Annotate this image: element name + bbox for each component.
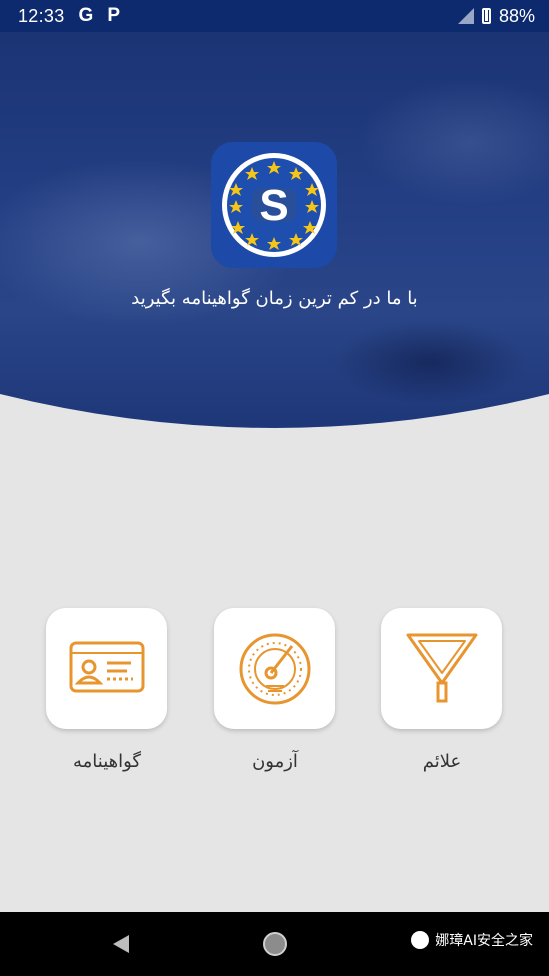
signs-card-button[interactable] <box>381 608 502 729</box>
signs-label: علائم <box>422 751 462 772</box>
eu-stars-logo-icon: S <box>222 153 326 257</box>
wechat-icon <box>411 931 430 949</box>
license-label: گواهینامه <box>72 751 141 772</box>
battery-percent: 88% <box>498 5 535 26</box>
status-right: 88% <box>457 5 535 27</box>
back-icon[interactable] <box>111 934 131 954</box>
main-menu: گواهینامه آزمون علائم <box>0 608 549 788</box>
app-logo: S <box>211 142 337 268</box>
speedometer-icon <box>239 633 310 704</box>
parking-icon: P <box>107 5 121 26</box>
google-icon: G <box>78 5 94 26</box>
status-bar: 12:33 G P 88% <box>0 0 549 32</box>
logo-letter: S <box>259 181 288 230</box>
home-icon[interactable] <box>263 932 287 956</box>
license-card-button[interactable] <box>46 608 167 729</box>
watermark-text: 娜璋AI安全之家 <box>435 933 533 949</box>
navigation-bar: 娜璋AI安全之家 <box>0 912 549 976</box>
signal-icon <box>457 8 474 24</box>
watermark: 娜璋AI安全之家 <box>411 930 533 950</box>
hero-tagline: با ما در کم ترین زمان گواهینامه بگیرید <box>131 288 418 309</box>
hero-banner: S با ما در کم ترین زمان گواهینامه بگیرید <box>0 32 549 432</box>
id-card-icon <box>69 641 144 692</box>
yield-sign-icon <box>406 633 477 702</box>
status-time: 12:33 <box>18 5 65 26</box>
battery-icon <box>481 8 491 24</box>
exam-label: آزمون <box>252 751 298 772</box>
exam-card-button[interactable] <box>214 608 335 729</box>
